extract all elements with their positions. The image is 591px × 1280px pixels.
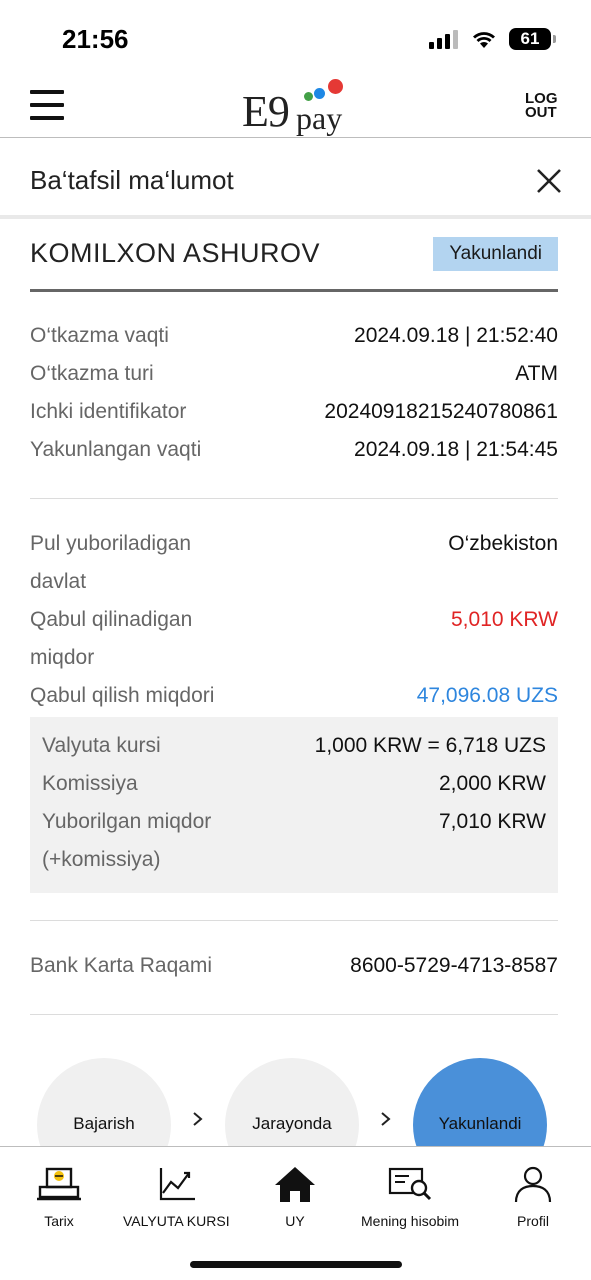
logo-dot-blue xyxy=(314,88,325,99)
sent-amount-label-line1: Yuborilgan miqdor xyxy=(42,810,212,833)
account-search-icon xyxy=(388,1167,432,1201)
nav-valyuta-kursi-label: VALYUTA KURSI xyxy=(123,1213,230,1229)
nav-profil-label: Profil xyxy=(517,1213,549,1229)
logo-main: E9 xyxy=(242,87,290,136)
battery-icon: 61 xyxy=(509,28,556,50)
divider xyxy=(30,1014,558,1015)
home-indicator[interactable] xyxy=(190,1261,402,1268)
menu-button[interactable] xyxy=(30,90,64,120)
country-label: Pul yuboriladigan davlat xyxy=(30,525,191,601)
wifi-icon xyxy=(473,32,495,48)
internal-id-label: Ichki identifikator xyxy=(30,400,187,423)
transfer-time-value: 2024.09.18 | 21:52:40 xyxy=(354,324,558,347)
sent-amount-label: Yuborilgan miqdor (+komissiya) xyxy=(42,803,211,879)
divider xyxy=(30,920,558,921)
nav-uy[interactable]: UY xyxy=(272,1165,318,1229)
status-bar: 21:56 61 xyxy=(0,0,591,72)
recipient-row: KOMILXON ASHUROV Yakunlandi xyxy=(30,236,558,292)
app-header: E9 pay LOG OUT xyxy=(0,72,591,138)
nav-mening-hisobim-label: Mening hisobim xyxy=(361,1213,460,1229)
bank-card-row: Bank Karta Raqami 8600-5729-4713-8587 xyxy=(30,947,558,985)
internal-id-row: Ichki identifikator 20240918215240780861 xyxy=(30,393,558,431)
country-value: O‘zbekiston xyxy=(448,532,558,555)
recipient-name: KOMILXON ASHUROV xyxy=(30,238,321,268)
status-badge: Yakunlandi xyxy=(433,237,558,271)
completed-time-label: Yakunlangan vaqti xyxy=(30,438,202,461)
menu-icon-bar xyxy=(30,116,64,120)
step-yakunlandi: Yakunlandi xyxy=(413,1058,547,1146)
progress-stepper: Bajarish Jarayonda Yakunlandi xyxy=(0,1056,591,1146)
user-icon xyxy=(514,1166,552,1203)
nav-mening-hisobim[interactable]: Mening hisobim xyxy=(361,1165,459,1229)
sent-amount-value: 7,010 KRW xyxy=(439,810,546,833)
transfer-type-row: O‘tkazma turi ATM xyxy=(30,355,558,393)
step-bajarish: Bajarish xyxy=(37,1058,171,1146)
bottom-nav: Tarix VALYUTA KURSI UY Mening hisobim Pr… xyxy=(0,1146,591,1280)
receive-amount-label-line2: miqdor xyxy=(30,646,95,669)
transfer-time-label: O‘tkazma vaqti xyxy=(30,324,169,347)
receive-amount-value: 5,010 KRW xyxy=(451,608,558,631)
country-label-line1: Pul yuboriladigan xyxy=(30,532,192,555)
internal-id-value: 20240918215240780861 xyxy=(324,400,558,423)
commission-row: Komissiya 2,000 KRW xyxy=(42,765,546,803)
bank-card-label: Bank Karta Raqami xyxy=(30,954,213,977)
transfer-type-value: ATM xyxy=(515,362,558,385)
exchange-rate-row: Valyuta kursi 1,000 KRW = 6,718 UZS xyxy=(42,727,546,765)
commission-value: 2,000 KRW xyxy=(439,772,546,795)
receive-value-row: Qabul qilish miqdori 47,096.08 UZS xyxy=(30,677,558,715)
logo-sub: pay xyxy=(296,100,343,136)
logout-label-bottom: OUT xyxy=(525,104,557,121)
chart-line-icon xyxy=(160,1168,196,1201)
menu-icon xyxy=(30,90,64,94)
sent-amount-label-line2: (+komissiya) xyxy=(42,848,161,871)
close-icon[interactable] xyxy=(535,167,563,195)
details-header: Ba‘tafsil ma‘lumot xyxy=(0,139,591,219)
step-jarayonda: Jarayonda xyxy=(225,1058,359,1146)
chevron-right-icon xyxy=(381,1112,391,1126)
nav-tarix-label: Tarix xyxy=(44,1213,74,1229)
logout-button[interactable]: LOG OUT xyxy=(525,91,559,121)
logo-dot-red xyxy=(328,79,343,94)
nav-tarix[interactable]: Tarix xyxy=(36,1165,82,1229)
nav-uy-label: UY xyxy=(285,1213,305,1229)
receipt-printer-icon xyxy=(37,1167,81,1201)
divider xyxy=(30,498,558,499)
page-title: Ba‘tafsil ma‘lumot xyxy=(30,165,234,195)
receive-amount-label: Qabul qilinadigan miqdor xyxy=(30,601,192,677)
status-time: 21:56 xyxy=(62,24,129,54)
transfer-type-label: O‘tkazma turi xyxy=(30,362,154,385)
menu-icon-bar xyxy=(30,103,64,107)
signal-icon xyxy=(429,30,458,49)
country-row: Pul yuboriladigan davlat O‘zbekiston xyxy=(30,525,558,601)
nav-valyuta-kursi[interactable]: VALYUTA KURSI xyxy=(123,1165,230,1229)
completed-time-row: Yakunlangan vaqti 2024.09.18 | 21:54:45 xyxy=(30,431,558,469)
receive-amount-row: Qabul qilinadigan miqdor 5,010 KRW xyxy=(30,601,558,677)
exchange-rate-value: 1,000 KRW = 6,718 UZS xyxy=(314,734,546,757)
bank-card-value: 8600-5729-4713-8587 xyxy=(350,954,558,977)
home-icon xyxy=(275,1167,315,1202)
country-label-line2: davlat xyxy=(30,570,87,593)
logo-dot-green xyxy=(304,92,313,101)
receive-value: 47,096.08 UZS xyxy=(416,684,558,707)
receive-value-label: Qabul qilish miqdori xyxy=(30,684,215,707)
chevron-right-icon xyxy=(193,1112,203,1126)
sent-amount-row: Yuborilgan miqdor (+komissiya) 7,010 KRW xyxy=(42,803,546,879)
fee-box: Valyuta kursi 1,000 KRW = 6,718 UZS Komi… xyxy=(30,717,558,893)
completed-time-value: 2024.09.18 | 21:54:45 xyxy=(354,438,558,461)
receive-amount-label-line1: Qabul qilinadigan xyxy=(30,608,193,631)
status-icons: 61 xyxy=(429,28,556,50)
nav-profil[interactable]: Profil xyxy=(510,1165,556,1229)
e9pay-logo: E9 pay xyxy=(242,78,352,136)
commission-label: Komissiya xyxy=(42,772,138,795)
transfer-time-row: O‘tkazma vaqti 2024.09.18 | 21:52:40 xyxy=(30,317,558,355)
exchange-rate-label: Valyuta kursi xyxy=(42,734,161,757)
